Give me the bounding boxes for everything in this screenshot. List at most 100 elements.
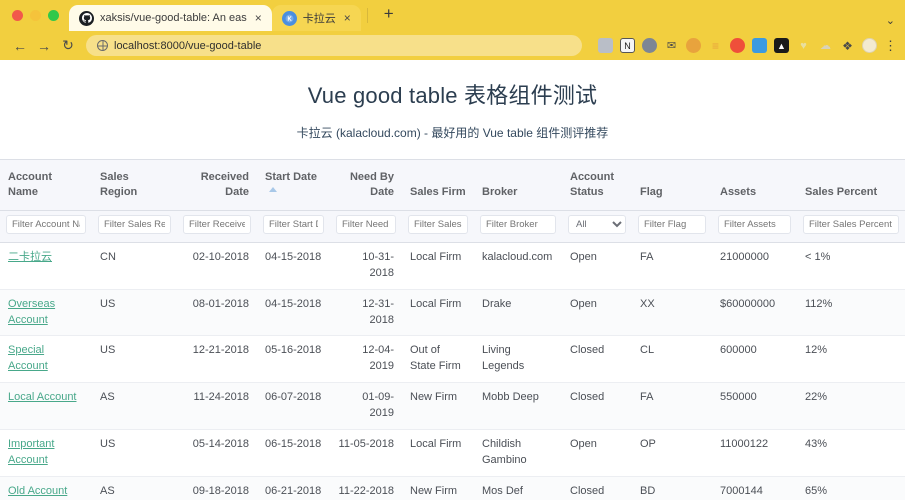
cell-broker: Mobb Deep — [474, 382, 562, 431]
extension-11-icon[interactable]: ☁ — [818, 38, 833, 53]
table-filter-row: All — [0, 210, 905, 243]
cell-flag: FA — [632, 382, 712, 431]
column-header-account-status[interactable]: Account Status — [562, 160, 632, 211]
column-header-sales-region[interactable]: Sales Region — [92, 160, 177, 211]
back-button[interactable]: ← — [8, 34, 32, 58]
tab-close-icon[interactable]: × — [342, 12, 353, 24]
chevron-down-icon[interactable]: ⌄ — [886, 14, 895, 27]
cell-account-status: Open — [562, 242, 632, 290]
cell-broker: Childish Gambino — [474, 429, 562, 478]
cell-start-date: 05-16-2018 — [257, 335, 330, 384]
filter-cell-flag — [632, 210, 712, 243]
account-name-link[interactable]: 二卡拉云 — [8, 251, 52, 263]
filter-input-sales-percent[interactable] — [803, 214, 899, 234]
window-maximize-button[interactable] — [48, 10, 59, 21]
profile-avatar[interactable] — [862, 38, 877, 53]
column-header-account-name[interactable]: Account Name — [0, 160, 92, 211]
filter-input-account-name[interactable] — [6, 214, 86, 234]
account-name-link[interactable]: Special Account — [8, 344, 48, 372]
cell-account-name: Special Account — [0, 335, 92, 384]
filter-cell-account-status: All — [562, 210, 632, 243]
filter-input-sales-firm[interactable] — [408, 214, 468, 234]
tab-close-icon[interactable]: × — [253, 12, 264, 24]
extension-tray: N ✉ ≡ ▲ ♥ ☁ ❖ ⋮ — [598, 38, 897, 53]
column-header-flag[interactable]: Flag — [632, 160, 712, 211]
window-minimize-button[interactable] — [30, 10, 41, 21]
extension-10-icon[interactable]: ♥ — [796, 38, 811, 53]
browser-tab-1[interactable]: xaksis/vue-good-table: An eas × — [69, 5, 272, 31]
extension-7-icon[interactable] — [730, 38, 745, 53]
column-header-sales-percent[interactable]: Sales Percent — [797, 160, 905, 211]
filter-input-flag[interactable] — [638, 214, 706, 234]
filter-input-need-by-date[interactable] — [336, 214, 396, 234]
extension-9-icon[interactable]: ▲ — [774, 38, 789, 53]
kalacloud-icon — [281, 10, 297, 26]
cell-start-date: 06-07-2018 — [257, 382, 330, 431]
cell-account-name: Overseas Account — [0, 289, 92, 337]
cell-flag: XX — [632, 289, 712, 337]
extension-list-icon[interactable]: ≡ — [708, 38, 723, 53]
cell-received-date: 09-18-2018 — [177, 476, 257, 500]
extension-8-icon[interactable] — [752, 38, 767, 53]
cell-broker: Drake — [474, 289, 562, 337]
address-bar-url: localhost:8000/vue-good-table — [114, 39, 262, 52]
table-row[interactable]: Special Account US 12-21-2018 05-16-2018 12-… — [0, 335, 905, 384]
cell-sales-region: US — [92, 335, 177, 384]
column-header-sales-firm[interactable]: Sales Firm — [402, 160, 474, 211]
cell-need-by-date: 10-31-2018 — [330, 242, 402, 290]
cell-sales-firm: Out of State Firm — [402, 335, 474, 384]
filter-cell-sales-region — [92, 210, 177, 243]
table-row[interactable]: Overseas Account US 08-01-2018 04-15-2018 12… — [0, 289, 905, 337]
cell-sales-firm: Local Firm — [402, 242, 474, 290]
cell-account-name: Local Account — [0, 382, 92, 431]
cell-account-status: Open — [562, 429, 632, 478]
extension-1-icon[interactable] — [598, 38, 613, 53]
column-header-assets[interactable]: Assets — [712, 160, 797, 211]
filter-input-sales-region[interactable] — [98, 214, 171, 234]
column-header-broker[interactable]: Broker — [474, 160, 562, 211]
cell-start-date: 06-21-2018 — [257, 476, 330, 500]
filter-input-start-date[interactable] — [263, 214, 324, 234]
column-header-received-date[interactable]: Received Date — [177, 160, 257, 211]
window-close-button[interactable] — [12, 10, 23, 21]
page-title: Vue good table 表格组件测试 — [307, 83, 598, 108]
extension-5-icon[interactable] — [686, 38, 701, 53]
extension-notion-icon[interactable]: N — [620, 38, 635, 53]
tab-divider — [366, 8, 368, 23]
forward-button[interactable]: → — [32, 34, 56, 58]
cell-start-date: 06-15-2018 — [257, 429, 330, 478]
account-name-link[interactable]: Overseas Account — [8, 298, 55, 326]
account-name-link[interactable]: Local Account — [8, 391, 77, 403]
table-row[interactable]: Local Account AS 11-24-2018 06-07-2018 01-09… — [0, 382, 905, 431]
extension-3-icon[interactable] — [642, 38, 657, 53]
table-row[interactable]: Important Account US 05-14-2018 06-15-2018 1… — [0, 429, 905, 478]
cell-sales-region: AS — [92, 476, 177, 500]
cell-sales-percent: 12% — [797, 335, 905, 384]
table-row[interactable]: Old Account AS 09-18-2018 06-21-2018 11-22-2… — [0, 476, 905, 500]
address-bar[interactable]: localhost:8000/vue-good-table — [86, 35, 582, 56]
column-header-need-by-date[interactable]: Need By Date — [330, 160, 402, 211]
filter-input-assets[interactable] — [718, 214, 791, 234]
filter-input-broker[interactable] — [480, 214, 556, 234]
cell-account-status: Closed — [562, 476, 632, 500]
extension-puzzle-icon[interactable]: ❖ — [840, 38, 855, 53]
github-icon — [79, 10, 94, 26]
new-tab-button[interactable]: + — [374, 5, 404, 26]
account-name-link[interactable]: Important Account — [8, 438, 54, 466]
browser-menu-icon[interactable]: ⋮ — [884, 39, 897, 52]
filter-input-received-date[interactable] — [183, 214, 251, 234]
column-header-start-date[interactable]: Start Date — [257, 160, 330, 211]
cell-flag: FA — [632, 242, 712, 290]
cell-flag: BD — [632, 476, 712, 500]
browser-tab-2[interactable]: 卡拉云 × — [271, 5, 361, 31]
cell-received-date: 11-24-2018 — [177, 382, 257, 431]
reload-button[interactable]: ↻ — [56, 34, 80, 58]
cell-account-name: Old Account — [0, 476, 92, 500]
cell-sales-region: CN — [92, 242, 177, 290]
vue-good-table: Account Name Sales Region Received Date … — [0, 160, 905, 500]
cell-flag: OP — [632, 429, 712, 478]
filter-select-account-status[interactable]: All — [568, 214, 626, 234]
table-row[interactable]: 二卡拉云 CN 02-10-2018 04-15-2018 10-31-2018 Loca… — [0, 242, 905, 290]
extension-mail-icon[interactable]: ✉ — [664, 38, 679, 53]
account-name-link[interactable]: Old Account — [8, 485, 67, 497]
